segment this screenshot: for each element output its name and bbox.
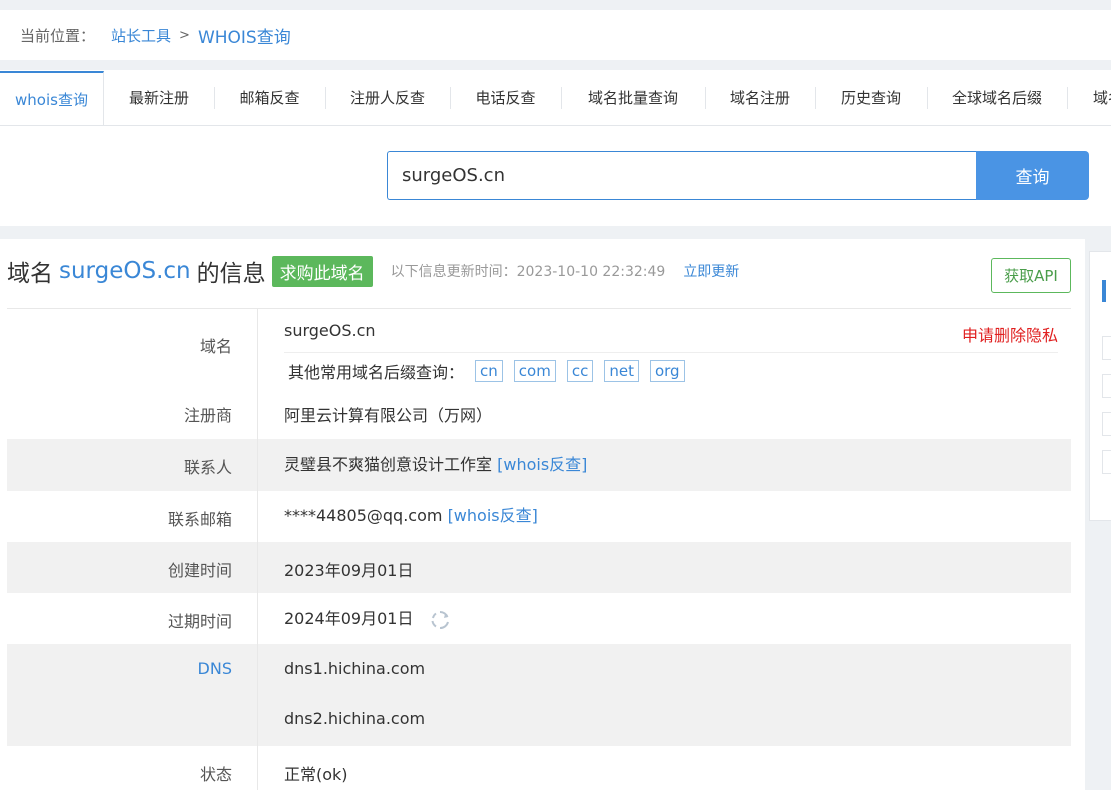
side-panel [1089,251,1111,521]
table-row-status: 状态 正常(ok) [7,746,1071,790]
side-panel-marker [1102,280,1106,302]
row-label-dns: DNS [197,659,232,678]
tab-batch-query[interactable]: 域名批量查询 [561,71,705,125]
whois-info-panel: 域名 surgeOS.cn 的信息 求购此域名 以下信息更新时间：2023-10… [0,239,1085,790]
whois-table: 域名 surgeOS.cn 申请删除隐私 其他常用域名后缀查询： cn com … [7,308,1071,784]
email-value-wrap: ****44805@qq.com [whois反查] [284,502,538,526]
suffix-chip-cn[interactable]: cn [475,360,503,382]
tab-latest-registered[interactable]: 最新注册 [104,71,214,125]
breadcrumb-current-whois[interactable]: WHOIS查询 [198,23,291,48]
table-row-email: 联系邮箱 ****44805@qq.com [whois反查] [7,491,1071,542]
table-row-dns: DNS dns1.hichina.com dns2.hichina.com [7,644,1071,746]
suffix-chip-net[interactable]: net [604,360,639,382]
remove-privacy-link[interactable]: 申请删除隐私 [962,322,1058,346]
suffix-query-row: 其他常用域名后缀查询： cn com cc net org [288,359,685,383]
suffix-chip-org[interactable]: org [649,360,685,382]
row-label-registrar: 注册商 [183,406,232,425]
update-now-link[interactable]: 立即更新 [683,261,739,281]
registrar-value: 阿里云计算有限公司（万网） [284,406,493,425]
row-label: 联系邮箱 [167,510,232,529]
info-title-row: 域名 surgeOS.cn 的信息 求购此域名 以下信息更新时间：2023-10… [7,251,739,291]
query-button[interactable]: 查询 [976,151,1089,200]
table-row-domain: 域名 surgeOS.cn 申请删除隐私 其他常用域名后缀查询： cn com … [7,309,1071,439]
table-column-divider [257,308,258,790]
contact-value: 灵璧县不爽猫创意设计工作室 [284,455,493,474]
contact-value-wrap: 灵璧县不爽猫创意设计工作室 [whois反查] [284,451,587,475]
expires-value: 2024年09月01日 [284,609,414,628]
email-value: ****44805@qq.com [284,506,443,525]
status-value: 正常(ok) [284,765,348,784]
side-panel-item[interactable] [1102,336,1111,360]
suffix-query-label: 其他常用域名后缀查询： [288,363,465,382]
tab-email-reverse[interactable]: 邮箱反查 [214,71,325,125]
email-whois-reverse-link[interactable]: [whois反查] [448,506,538,525]
title-domain[interactable]: surgeOS.cn [59,258,191,284]
breadcrumb-separator: > [179,27,190,43]
dns-value-2: dns2.hichina.com [284,709,426,728]
tab-phone-reverse[interactable]: 电话反查 [450,71,561,125]
update-time-text: 以下信息更新时间：2023-10-10 22:32:49 [390,264,666,280]
tab-registrant-reverse[interactable]: 注册人反查 [325,71,450,125]
divider [284,352,1058,353]
tab-history[interactable]: 历史查询 [815,71,927,125]
breadcrumb: 当前位置： 站长工具 > WHOIS查询 [0,10,1111,60]
dns-value-1: dns1.hichina.com [284,659,426,678]
domain-value: surgeOS.cn [284,321,376,340]
row-label: 域名 [199,337,232,356]
table-row-created: 创建时间 2023年09月01日 [7,542,1071,593]
tool-tabs: whois查询 最新注册 邮箱反查 注册人反查 电话反查 域名批量查询 域名注册… [0,70,1111,126]
row-label: 状态 [199,765,232,784]
side-panel-item[interactable] [1102,450,1111,474]
breadcrumb-label: 当前位置： [20,26,96,45]
expires-value-wrap: 2024年09月01日 [284,605,451,631]
tab-domain-register[interactable]: 域名注册 [705,71,815,125]
breadcrumb-link-webmaster-tools[interactable]: 站长工具 [111,25,171,46]
table-row-contact: 联系人 灵璧县不爽猫创意设计工作室 [whois反查] [7,439,1071,491]
refresh-icon[interactable] [429,609,451,631]
row-label: 过期时间 [167,612,232,631]
side-panel-item[interactable] [1102,412,1111,436]
buy-domain-button[interactable]: 求购此域名 [271,255,373,287]
suffix-chip-com[interactable]: com [513,360,556,382]
title-prefix: 域名 [7,261,53,287]
row-label: 联系人 [183,458,232,477]
tab-whois[interactable]: whois查询 [0,71,104,125]
search-area: 查询 [0,126,1111,226]
tab-global-suffixes[interactable]: 全球域名后缀 [927,71,1067,125]
tab-domain-more[interactable]: 域名 [1067,71,1111,125]
created-value: 2023年09月01日 [284,561,414,580]
row-label: 创建时间 [167,561,232,580]
get-api-button[interactable]: 获取API [991,258,1071,293]
domain-search-input[interactable] [387,151,977,200]
title-suffix: 的信息 [196,261,266,287]
suffix-chip-cc[interactable]: cc [566,360,594,382]
side-panel-item[interactable] [1102,374,1111,398]
contact-whois-reverse-link[interactable]: [whois反查] [497,455,587,474]
table-row-expires: 过期时间 2024年09月01日 [7,593,1071,644]
